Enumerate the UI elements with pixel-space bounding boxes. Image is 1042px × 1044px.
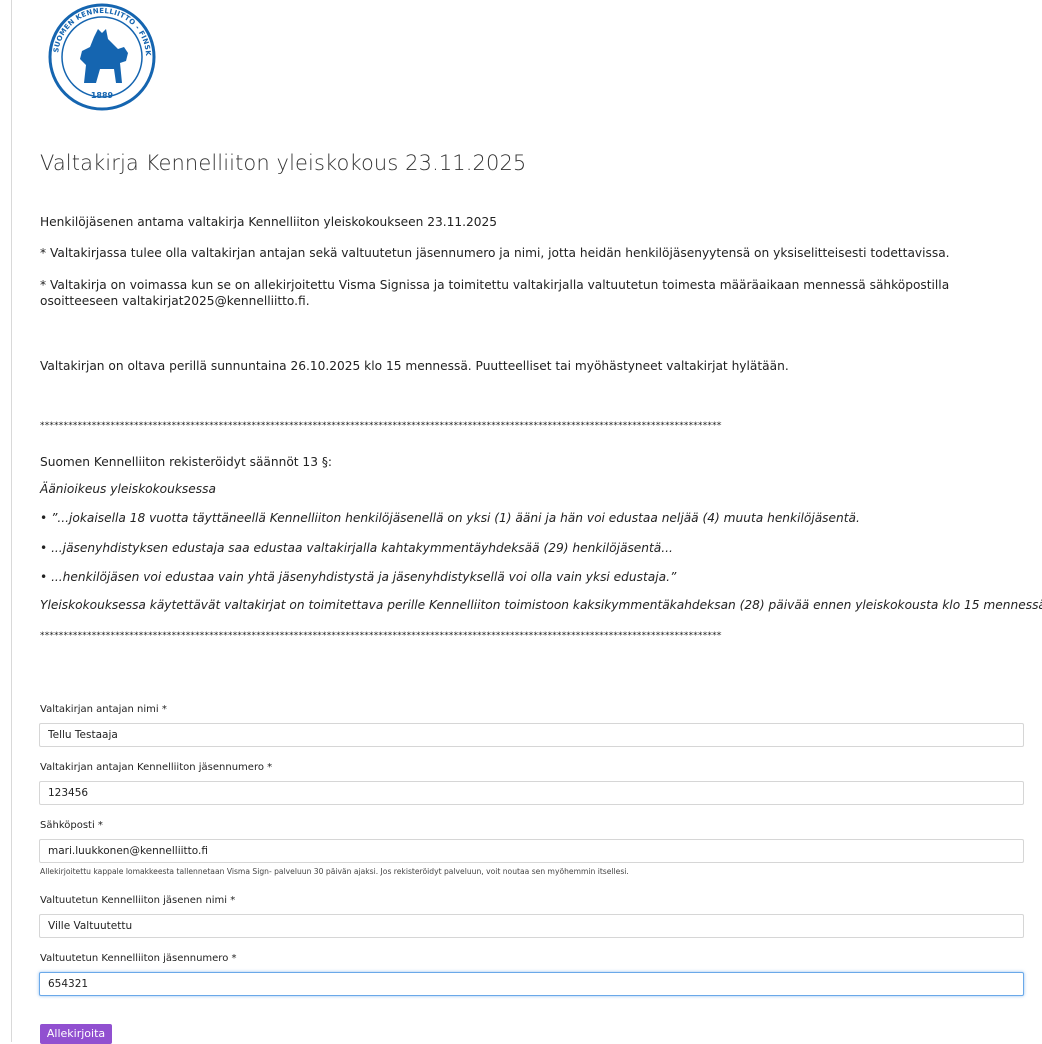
giver-name-label: Valtakirjan antajan nimi *	[40, 704, 167, 715]
rules-subheading: Äänioikeus yleiskokouksessa	[40, 482, 216, 496]
rule-3: • ...henkilöjäsen voi edustaa vain yhtä …	[40, 570, 677, 584]
kennelliitto-logo: SUOMEN KENNELLIITTO - FINSKA 1889	[48, 3, 156, 111]
proxy-number-label: Valtuutetun Kennelliiton jäsennumero *	[40, 953, 237, 964]
email-hint: Allekirjoitettu kappale lomakkeesta tall…	[40, 867, 629, 876]
note-member-number: * Valtakirjassa tulee olla valtakirjan a…	[40, 246, 950, 260]
giver-number-input[interactable]	[39, 781, 1024, 805]
separator-top: ****************************************…	[40, 421, 722, 431]
separator-bottom: ****************************************…	[40, 631, 722, 641]
intro-heading: Henkilöjäsenen antama valtakirja Kennell…	[40, 215, 498, 229]
email-input[interactable]	[39, 839, 1024, 863]
page-title: Valtakirja Kennelliiton yleiskokous 23.1…	[40, 151, 527, 175]
note-validity: * Valtakirja on voimassa kun se on allek…	[40, 278, 950, 308]
proxy-name-label: Valtuutetun Kennelliiton jäsenen nimi *	[40, 895, 236, 906]
logo-year: 1889	[91, 91, 114, 100]
proxy-name-input[interactable]	[39, 914, 1024, 938]
rule-2: • ...jäsenyhdistyksen edustaja saa edust…	[40, 541, 673, 555]
sign-button[interactable]: Allekirjoita	[40, 1024, 112, 1044]
giver-number-label: Valtakirjan antajan Kennelliiton jäsennu…	[40, 762, 273, 773]
proxy-number-input[interactable]	[39, 972, 1024, 996]
rules-heading: Suomen Kennelliiton rekisteröidyt säännö…	[40, 455, 333, 469]
giver-name-input[interactable]	[39, 723, 1024, 747]
rule-1: • ”...jokaisella 18 vuotta täyttäneellä …	[40, 511, 860, 525]
deadline-note: Valtakirjan on oltava perillä sunnuntain…	[40, 359, 789, 373]
rule-4: Yleiskokouksessa käytettävät valtakirjat…	[40, 598, 1042, 612]
email-label: Sähköposti *	[40, 820, 103, 831]
